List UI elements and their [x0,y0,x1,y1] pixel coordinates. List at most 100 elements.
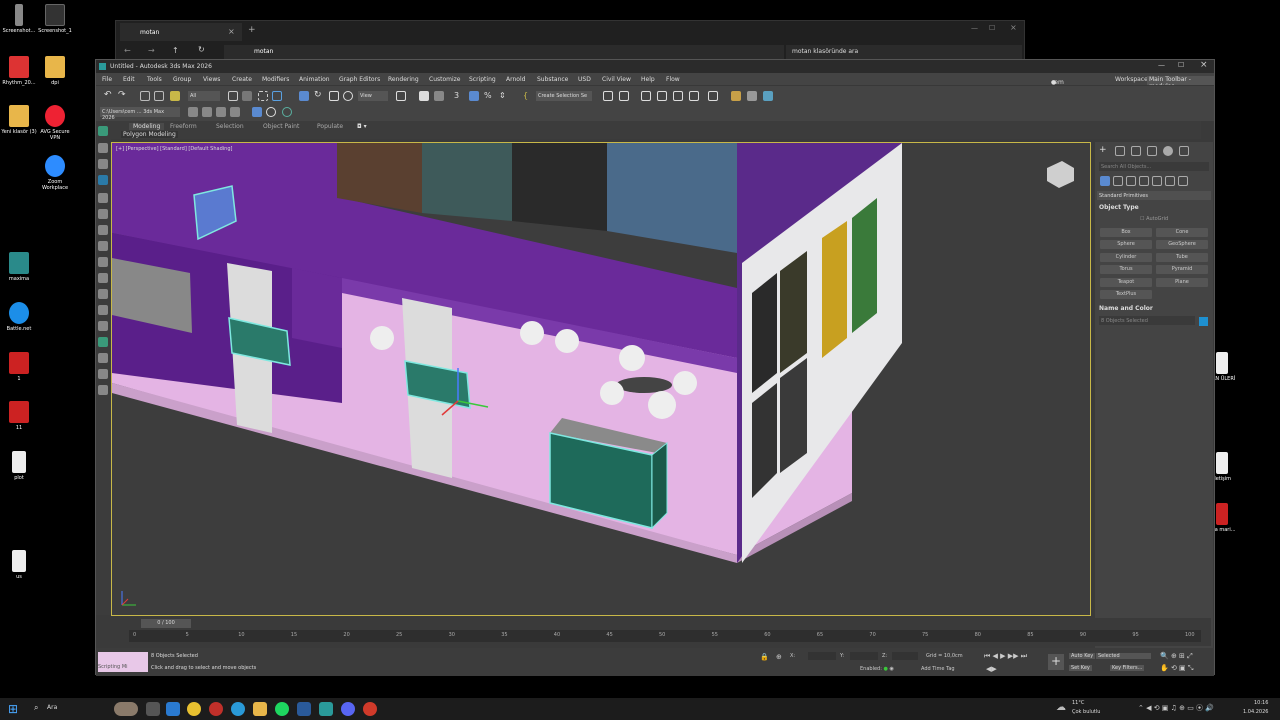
create-tab-icon[interactable]: + [1099,146,1109,156]
close-icon[interactable]: × [228,27,235,36]
time-slider[interactable]: 0 / 100 [141,619,191,628]
3dsmax-icon[interactable] [319,702,333,716]
hierarchy-tab-icon[interactable] [1131,146,1141,156]
menu-modifiers[interactable]: Modifiers [262,76,289,83]
toolbar-icon[interactable] [216,107,226,117]
tab-populate[interactable]: Populate [317,123,343,130]
align-icon[interactable] [619,91,629,101]
menu-group[interactable]: Group [173,76,191,83]
toggle-ribbon-icon[interactable] [657,91,667,101]
geosphere-button[interactable]: GeoSphere [1156,240,1208,249]
key-filters-button[interactable]: Key Filters... [1110,665,1145,671]
menu-edit[interactable]: Edit [123,76,135,83]
maximize-icon[interactable]: ☐ [1178,61,1184,69]
toolbar-icon[interactable] [98,175,108,185]
toolbar-icon[interactable] [98,159,108,169]
lights-icon[interactable] [1126,176,1136,186]
geometry-icon[interactable] [1100,176,1110,186]
snaps-toggle-icon[interactable]: 3 [454,91,464,101]
toolbar-icon[interactable] [98,289,108,299]
percent-snap-icon[interactable]: % [484,91,494,101]
search-input[interactable]: Search All Objects... [1099,162,1209,171]
mirror-icon[interactable] [603,91,613,101]
curve-editor-icon[interactable] [673,91,683,101]
render-production-icon[interactable] [763,91,773,101]
key-mode-icon[interactable]: ◀▶ [986,665,997,673]
clock-date[interactable]: 1.04.2026 [1243,709,1268,715]
spinner-snap-icon[interactable]: ⇕ [499,91,509,101]
object-name-field[interactable]: 8 Objects Selected [1099,316,1195,325]
set-key-icon[interactable]: + [1048,654,1064,670]
selection-filter-dropdown[interactable]: All [188,91,220,101]
playback-controls[interactable]: ⏮ ◀ ▶ ▶▶ ⏭ [984,652,1027,661]
menu-animation[interactable]: Animation [299,76,330,83]
desktop-icon[interactable]: dpi [36,56,74,86]
minimize-icon[interactable]: — [971,24,978,32]
viewport-nav-icons[interactable]: ✋ ⟲ ▣ ⤡ [1160,664,1193,673]
steam-icon[interactable] [297,702,311,716]
close-icon[interactable]: × [1010,23,1017,32]
maxscript-listener[interactable]: Scripting Mi [98,652,148,672]
category-dropdown[interactable]: Standard Primitives [1097,191,1211,200]
sphere-button[interactable]: Sphere [1100,240,1152,249]
menu-flow[interactable]: Flow [666,76,680,83]
edge-icon[interactable] [231,702,245,716]
windows-start-icon[interactable]: ⊞ [8,702,22,716]
new-tab-icon[interactable]: + [248,25,256,35]
redo-icon[interactable]: ↷ [118,91,128,101]
x-coordinate-input[interactable] [808,652,836,660]
desktop-icon[interactable]: maxima [0,252,38,282]
menu-file[interactable]: File [102,76,112,83]
unlink-icon[interactable] [154,91,164,101]
select-manipulate-icon[interactable] [419,91,429,101]
menu-graph-editors[interactable]: Graph Editors [339,76,380,83]
search-highlight-icon[interactable] [114,702,138,716]
modify-tab-icon[interactable] [1115,146,1125,156]
menu-usd[interactable]: USD [578,76,591,83]
toolbar-icon[interactable] [188,107,198,117]
menu-scripting[interactable]: Scripting [469,76,496,83]
desktop-icon[interactable]: Battle.net [0,302,38,332]
tube-button[interactable]: Tube [1156,253,1208,262]
autogrid-checkbox[interactable]: ☐ AutoGrid [1140,216,1168,222]
toolbar-icon[interactable] [98,126,108,136]
desktop-icon[interactable]: Zoom Workplace [36,155,74,191]
desktop-icon[interactable]: 11 [0,401,38,431]
name-color-header[interactable]: Name and Color [1099,305,1153,312]
toolbar-icon[interactable] [202,107,212,117]
y-coordinate-input[interactable] [850,652,878,660]
desktop-icon[interactable]: plot [0,451,38,481]
textplus-button[interactable]: TextPlus [1100,290,1152,299]
schematic-view-icon[interactable] [689,91,699,101]
maximize-icon[interactable]: ☐ [989,24,995,32]
viewport-nav-icons[interactable]: 🔍 ⊕ ⊞ ⤢ [1160,652,1193,661]
chrome-icon[interactable] [187,702,201,716]
cone-button[interactable]: Cone [1156,228,1208,237]
placement-icon[interactable] [343,91,353,101]
toolbar-icon[interactable] [98,193,108,203]
search-input[interactable]: motan klasöründe ara [786,45,1022,59]
plane-button[interactable]: Plane [1156,278,1208,287]
render-setup-icon[interactable] [731,91,741,101]
tray-icons[interactable]: ⌃ ◀ ⟲ ▣ ♫ ⊕ ▭ ⦿ 🔊 [1138,703,1214,713]
forward-icon[interactable]: → [148,46,155,55]
object-color-swatch[interactable] [1199,317,1208,326]
pyramid-button[interactable]: Pyramid [1156,265,1208,274]
shapes-icon[interactable] [1113,176,1123,186]
app-icon[interactable] [363,702,377,716]
up-icon[interactable]: ↑ [172,46,179,55]
tab-object-paint[interactable]: Object Paint [263,123,299,130]
explorer-tab[interactable]: motan [120,23,242,41]
close-icon[interactable]: × [1200,60,1208,70]
polygon-modeling-panel[interactable]: Polygon Modeling [121,131,178,138]
toolbar-icon[interactable] [98,385,108,395]
toolbar-icon[interactable] [98,369,108,379]
toolbar-icon[interactable] [230,107,240,117]
project-path[interactable]: C:\Users\cem ... 3ds Max 2026 [100,107,180,121]
set-key-button[interactable]: Set Key [1069,665,1092,671]
link-icon[interactable] [140,91,150,101]
tab-selection[interactable]: Selection [216,123,244,130]
z-coordinate-input[interactable] [892,652,918,660]
edit-named-sets-icon[interactable]: { [523,91,533,101]
display-tab-icon[interactable] [1163,146,1173,156]
